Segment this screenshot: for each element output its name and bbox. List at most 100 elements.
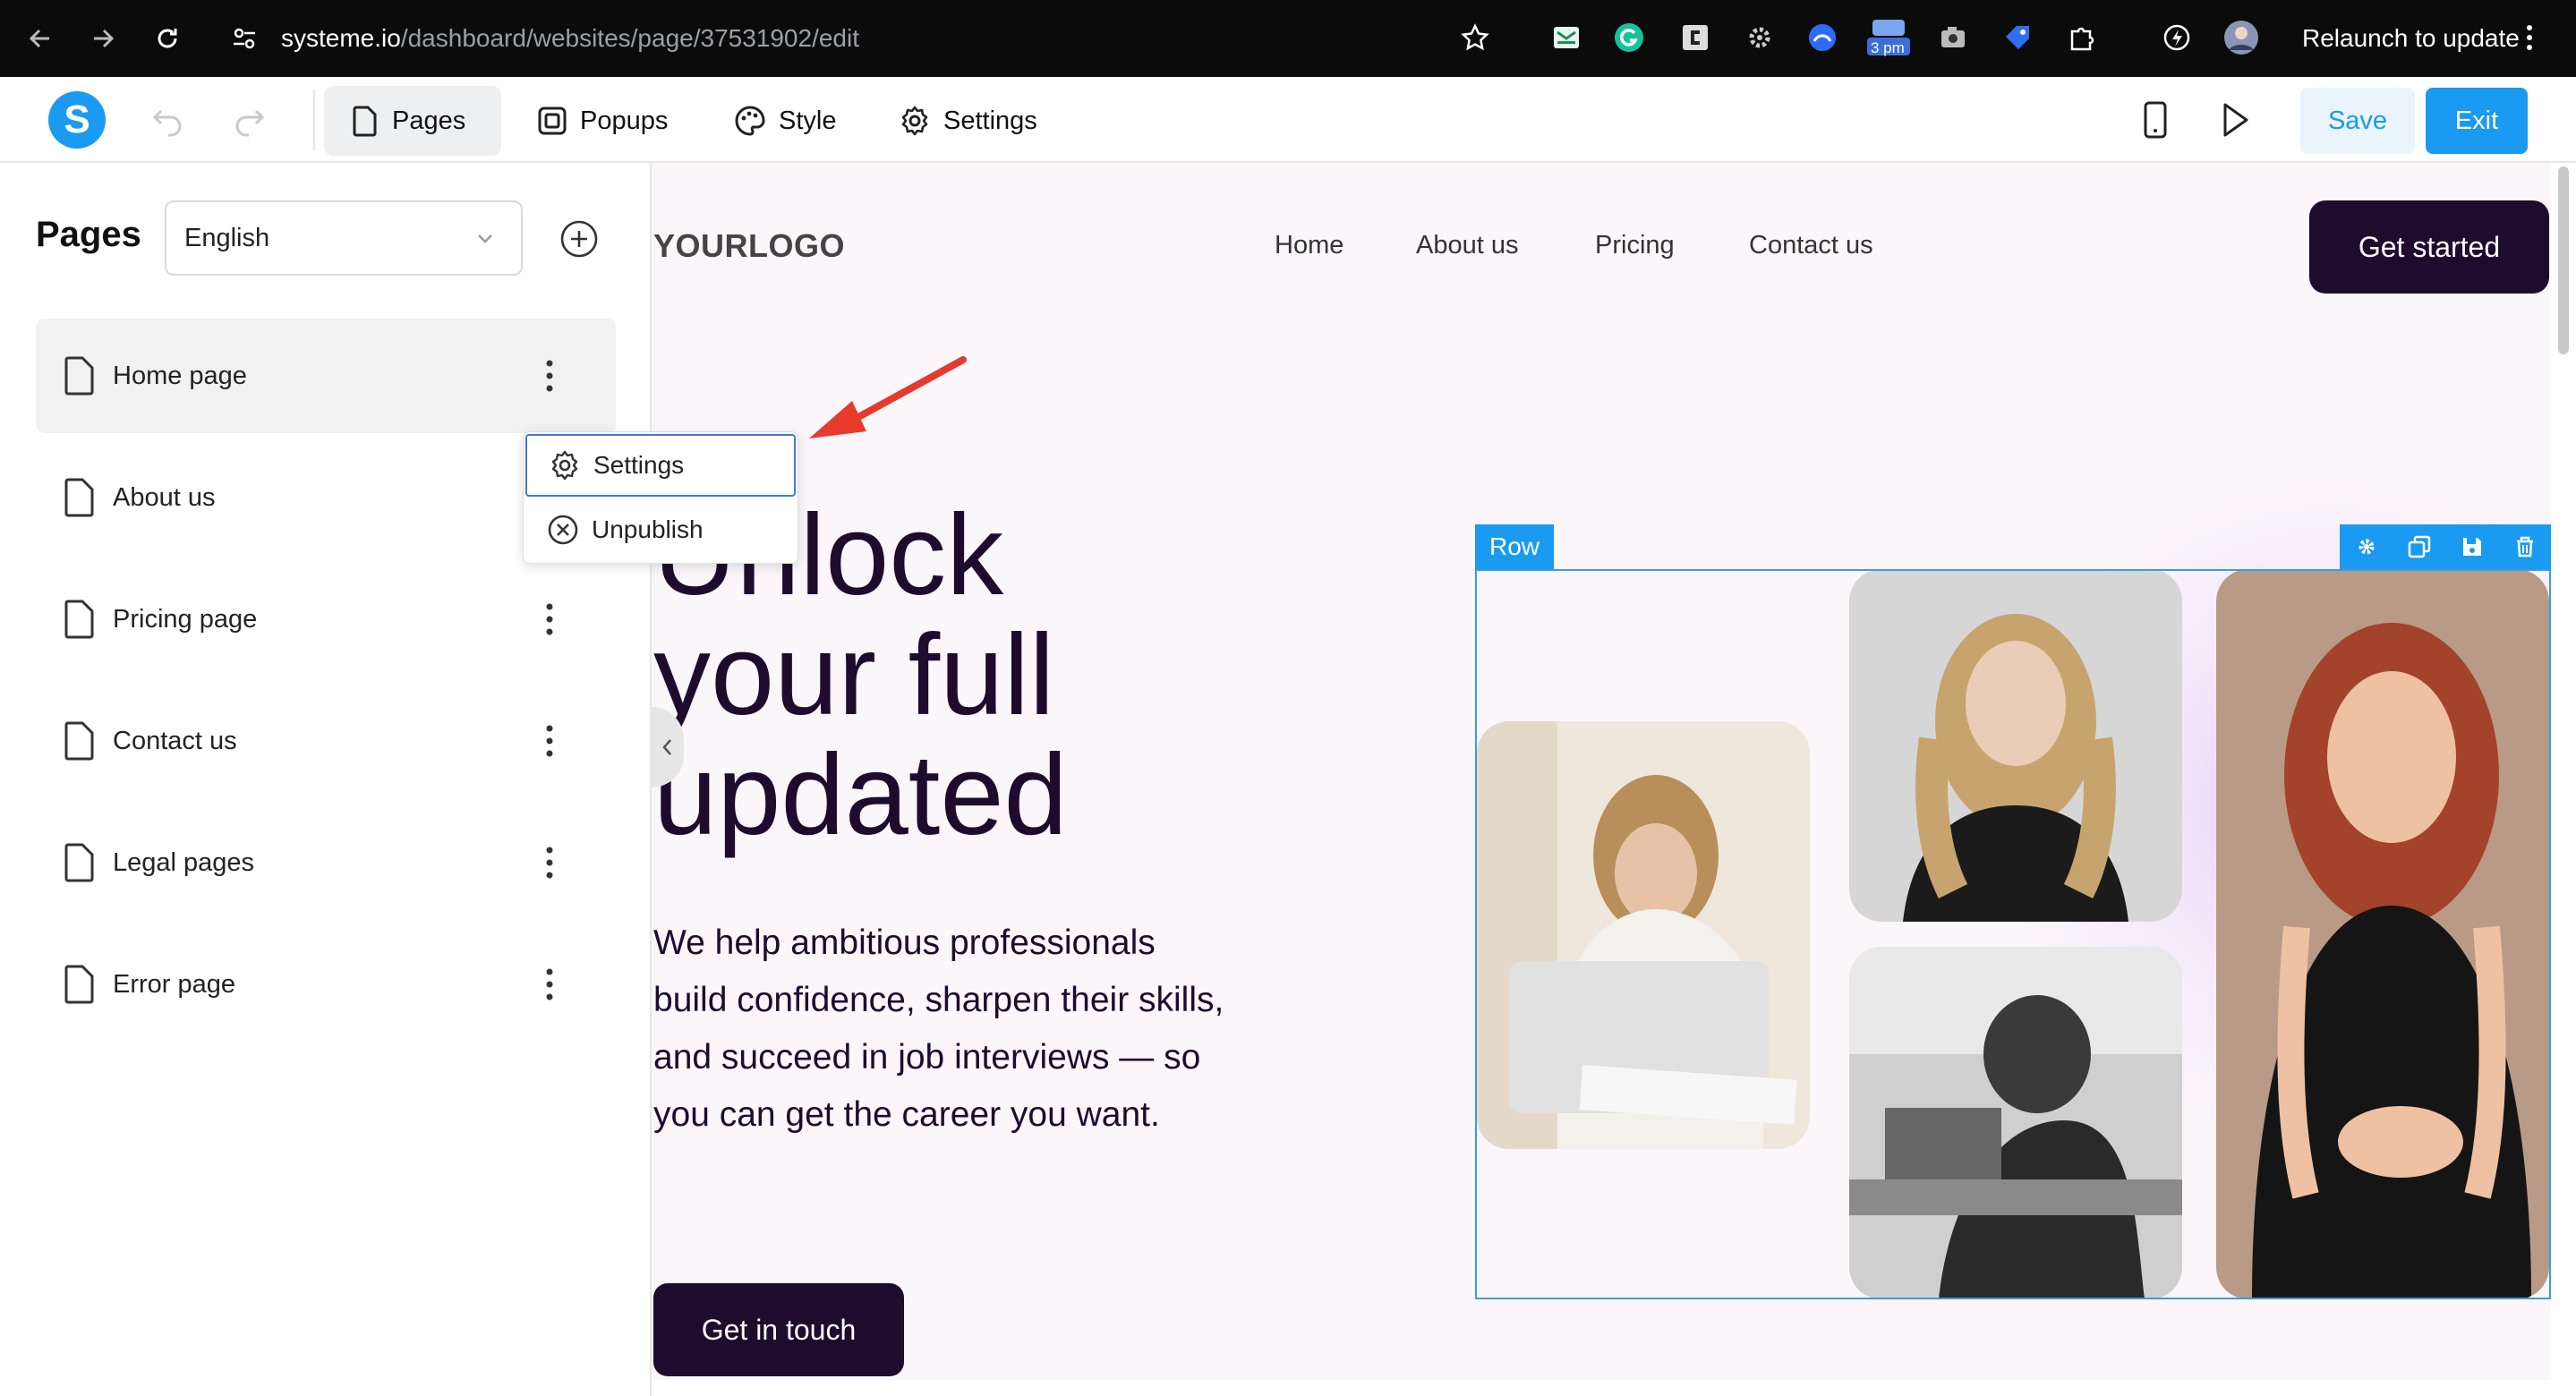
toolbar-divider (313, 89, 315, 150)
arrow-left-icon (29, 29, 49, 48)
profile-avatar[interactable] (2222, 18, 2261, 57)
wave-extension-icon (1809, 24, 1836, 51)
extension-tag[interactable] (1998, 18, 2037, 57)
page-item-label: Pricing page (113, 604, 258, 634)
gear-icon (551, 450, 578, 481)
extension-calendar[interactable]: 3 pm (1865, 18, 1912, 57)
extension-grammarly[interactable] (1609, 18, 1649, 57)
page-item-label: Error page (113, 969, 236, 999)
extension-blue[interactable] (1803, 18, 1842, 57)
bolt-icon (2163, 24, 2190, 51)
panel-title: Pages (36, 215, 141, 254)
mobile-icon (2144, 101, 2167, 139)
exit-label: Exit (2454, 106, 2499, 135)
page-item-error[interactable]: Error page (36, 927, 616, 1042)
menu-item-unpublish[interactable]: Unpublish (525, 498, 796, 561)
systeme-logo[interactable]: S (47, 89, 107, 150)
page-icon (353, 106, 377, 137)
extension-camera[interactable] (1933, 18, 1973, 57)
more-vertical-icon[interactable] (541, 723, 559, 759)
site-nav-home[interactable]: Home (1275, 231, 1343, 260)
save-button[interactable]: Save (2300, 88, 2415, 154)
page-item-contact[interactable]: Contact us (36, 684, 616, 798)
row-label[interactable]: Row (1475, 524, 1554, 569)
popup-icon (538, 106, 567, 135)
menu-item-settings[interactable]: Settings (525, 434, 796, 497)
duplicate-icon[interactable] (2407, 534, 2432, 559)
performance-button[interactable] (2157, 18, 2196, 57)
save-icon[interactable] (2460, 534, 2485, 559)
star-icon (1461, 23, 1489, 51)
extension-mail[interactable] (1547, 18, 1586, 57)
site-nav-contact[interactable]: Contact us (1749, 231, 1873, 260)
site-nav-pricing[interactable]: Pricing (1595, 231, 1675, 260)
page-canvas[interactable]: YOURLOGO Home About us Pricing Contact u… (652, 163, 2551, 1380)
url-host: systeme.io (281, 24, 401, 52)
hero-subtext[interactable]: We help ambitious professionals build co… (653, 915, 1226, 1144)
browser-menu-button[interactable] (2521, 18, 2538, 57)
add-page-button[interactable] (557, 217, 601, 261)
canvas-scrollbar[interactable] (2551, 163, 2576, 1396)
tab-popups[interactable]: Popups (510, 86, 695, 156)
mail-extension-icon (1554, 27, 1579, 48)
tab-pages-label: Pages (392, 106, 466, 135)
save-label: Save (2327, 106, 2388, 135)
annotation-arrow-icon (809, 356, 967, 438)
c-extension-icon (1683, 25, 1708, 50)
redo-button[interactable] (231, 102, 267, 138)
editor-toolbar: S Pages Popups Style Settings Save Exit (0, 77, 2576, 163)
tab-popups-label: Popups (580, 106, 669, 135)
extension-gear[interactable] (1740, 18, 1779, 57)
trash-icon[interactable] (2512, 534, 2538, 559)
tab-pages[interactable]: Pages (324, 86, 501, 156)
forward-button[interactable] (82, 18, 124, 59)
more-vertical-icon[interactable] (541, 966, 559, 1002)
scroll-thumb[interactable] (2558, 166, 2569, 354)
more-vertical-icon[interactable] (541, 601, 559, 637)
gear-icon[interactable] (2354, 534, 2379, 559)
site-nav-about[interactable]: About us (1416, 231, 1518, 260)
page-item-label: Home page (113, 361, 247, 390)
relaunch-button[interactable]: Relaunch to update (2302, 18, 2520, 59)
gear-icon (901, 106, 928, 136)
exit-button[interactable]: Exit (2426, 88, 2528, 154)
bookmark-button[interactable] (1455, 18, 1495, 57)
menu-item-label: Unpublish (592, 515, 704, 543)
preview-button[interactable] (2216, 100, 2252, 140)
more-vertical-icon (2527, 25, 2532, 50)
tab-settings-label: Settings (943, 106, 1037, 135)
site-logo[interactable]: YOURLOGO (653, 227, 845, 265)
get-in-touch-label: Get in touch (701, 1313, 857, 1346)
reload-icon (158, 29, 177, 48)
page-item-label: Contact us (113, 726, 237, 755)
url-field[interactable]: systeme.io/dashboard/websites/page/37531… (281, 18, 859, 59)
calendar-badge: 3 pm (1871, 39, 1905, 56)
tune-icon (234, 28, 255, 49)
cog-extension-icon (1749, 27, 1770, 48)
tab-settings[interactable]: Settings (872, 86, 1064, 156)
reload-button[interactable] (147, 18, 188, 59)
tab-style[interactable]: Style (707, 86, 863, 156)
get-in-touch-button[interactable]: Get in touch (653, 1283, 904, 1376)
puzzle-icon (2070, 27, 2094, 51)
mobile-preview-button[interactable] (2139, 100, 2171, 140)
extension-c[interactable] (1676, 18, 1715, 57)
more-vertical-icon[interactable] (541, 845, 559, 881)
pages-panel: Pages English Home page About us Pricing… (0, 163, 652, 1396)
more-vertical-icon[interactable] (541, 358, 559, 394)
site-info-button[interactable] (224, 18, 265, 59)
language-select[interactable]: English (165, 200, 523, 276)
get-started-button[interactable]: Get started (2309, 200, 2549, 294)
arrow-right-icon (94, 29, 115, 48)
extensions-button[interactable] (2062, 18, 2102, 57)
page-item-pricing[interactable]: Pricing page (36, 562, 616, 677)
page-item-home[interactable]: Home page (36, 319, 616, 433)
tab-style-label: Style (779, 106, 837, 135)
page-item-legal[interactable]: Legal pages (36, 805, 616, 920)
chevron-down-icon (478, 234, 492, 243)
page-item-label: About us (113, 482, 216, 512)
relaunch-label: Relaunch to update (2302, 24, 2520, 52)
undo-button[interactable] (150, 102, 186, 138)
back-button[interactable] (20, 18, 61, 59)
camera-icon (1941, 27, 1965, 47)
